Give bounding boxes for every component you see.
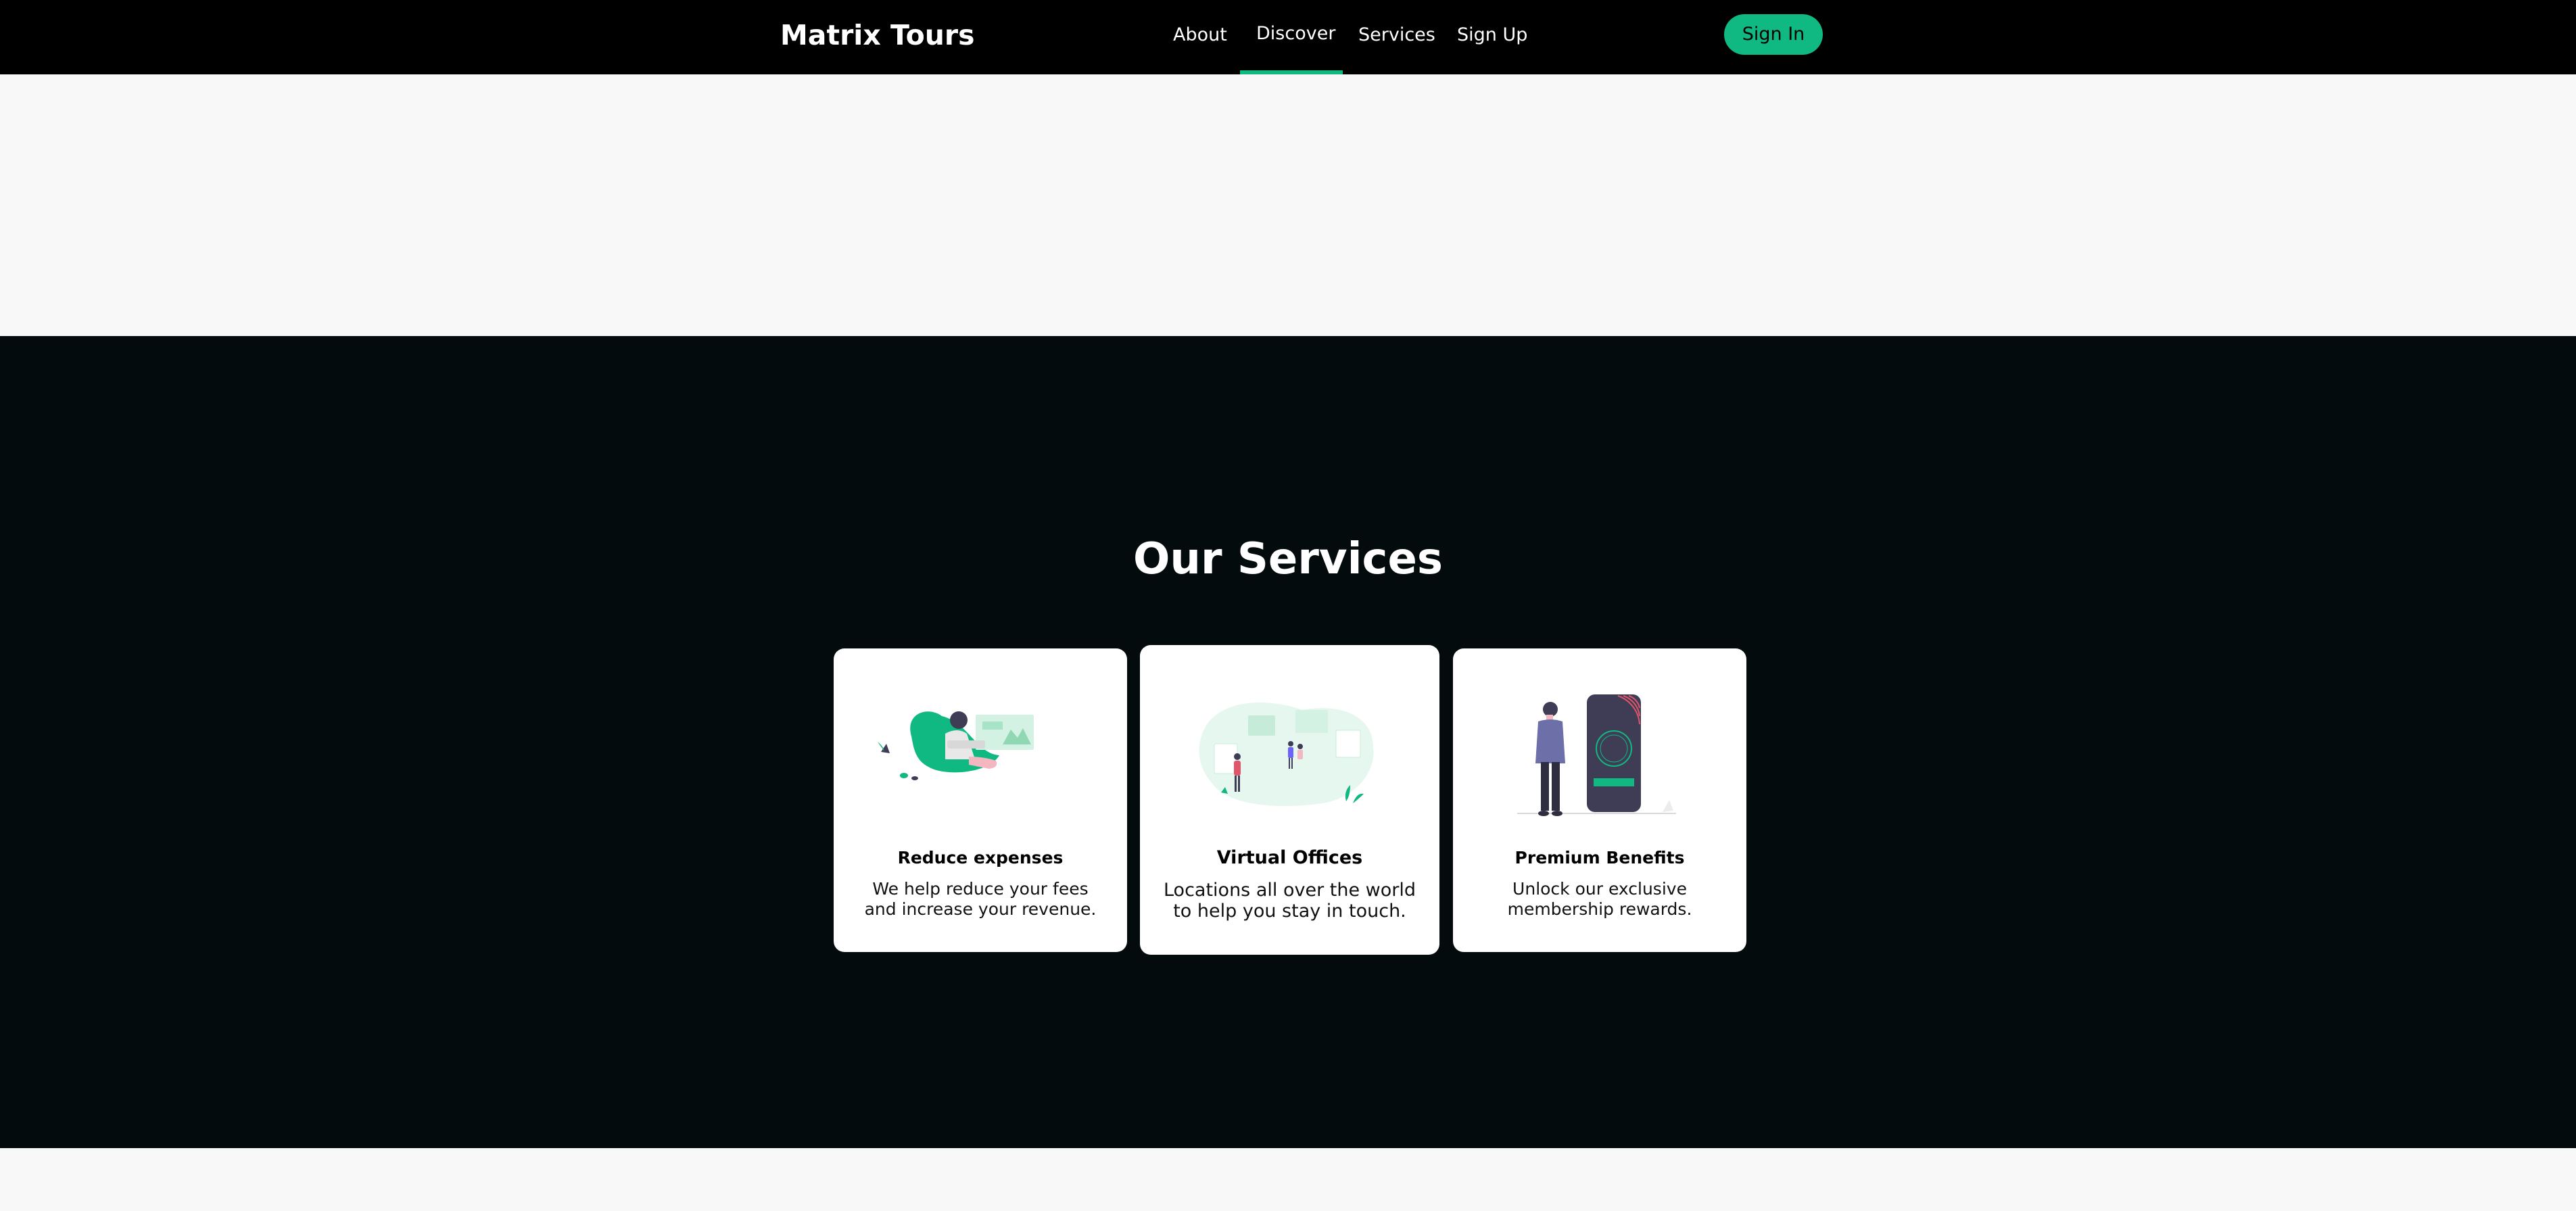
service-card-virtual-offices[interactable]: Virtual Offices Locations all over the w…: [1140, 645, 1439, 955]
site-logo[interactable]: Matrix Tours: [780, 18, 975, 53]
nav-link-signup[interactable]: Sign Up: [1457, 22, 1527, 49]
nav-link-about[interactable]: About: [1173, 22, 1227, 49]
card-title: Reduce expenses: [897, 848, 1064, 868]
sign-in-button[interactable]: Sign In: [1724, 14, 1823, 55]
service-card-premium-benefits[interactable]: Premium Benefits Unlock our exclusive me…: [1453, 648, 1746, 952]
card-title: Premium Benefits: [1514, 848, 1685, 868]
virtual-offices-illustration: [1140, 696, 1439, 811]
premium-benefits-illustration: [1453, 694, 1746, 823]
reduce-expenses-illustration: [834, 675, 1127, 784]
hero-section: [0, 74, 2576, 336]
card-description: We help reduce your fees and increase yo…: [864, 879, 1097, 919]
next-section: [0, 1148, 2576, 1211]
card-description: Locations all over the world to help you…: [1163, 880, 1416, 922]
nav-link-discover[interactable]: Discover: [1256, 20, 1335, 47]
service-card-reduce-expenses[interactable]: Reduce expenses We help reduce your fees…: [834, 648, 1127, 952]
navbar: Matrix Tours About Discover Services Sig…: [0, 0, 2576, 74]
card-title: Virtual Offices: [1216, 847, 1363, 868]
nav-link-services[interactable]: Services: [1358, 22, 1435, 49]
card-description: Unlock our exclusive membership rewards.: [1507, 879, 1692, 919]
services-title: Our Services: [1133, 534, 1443, 584]
